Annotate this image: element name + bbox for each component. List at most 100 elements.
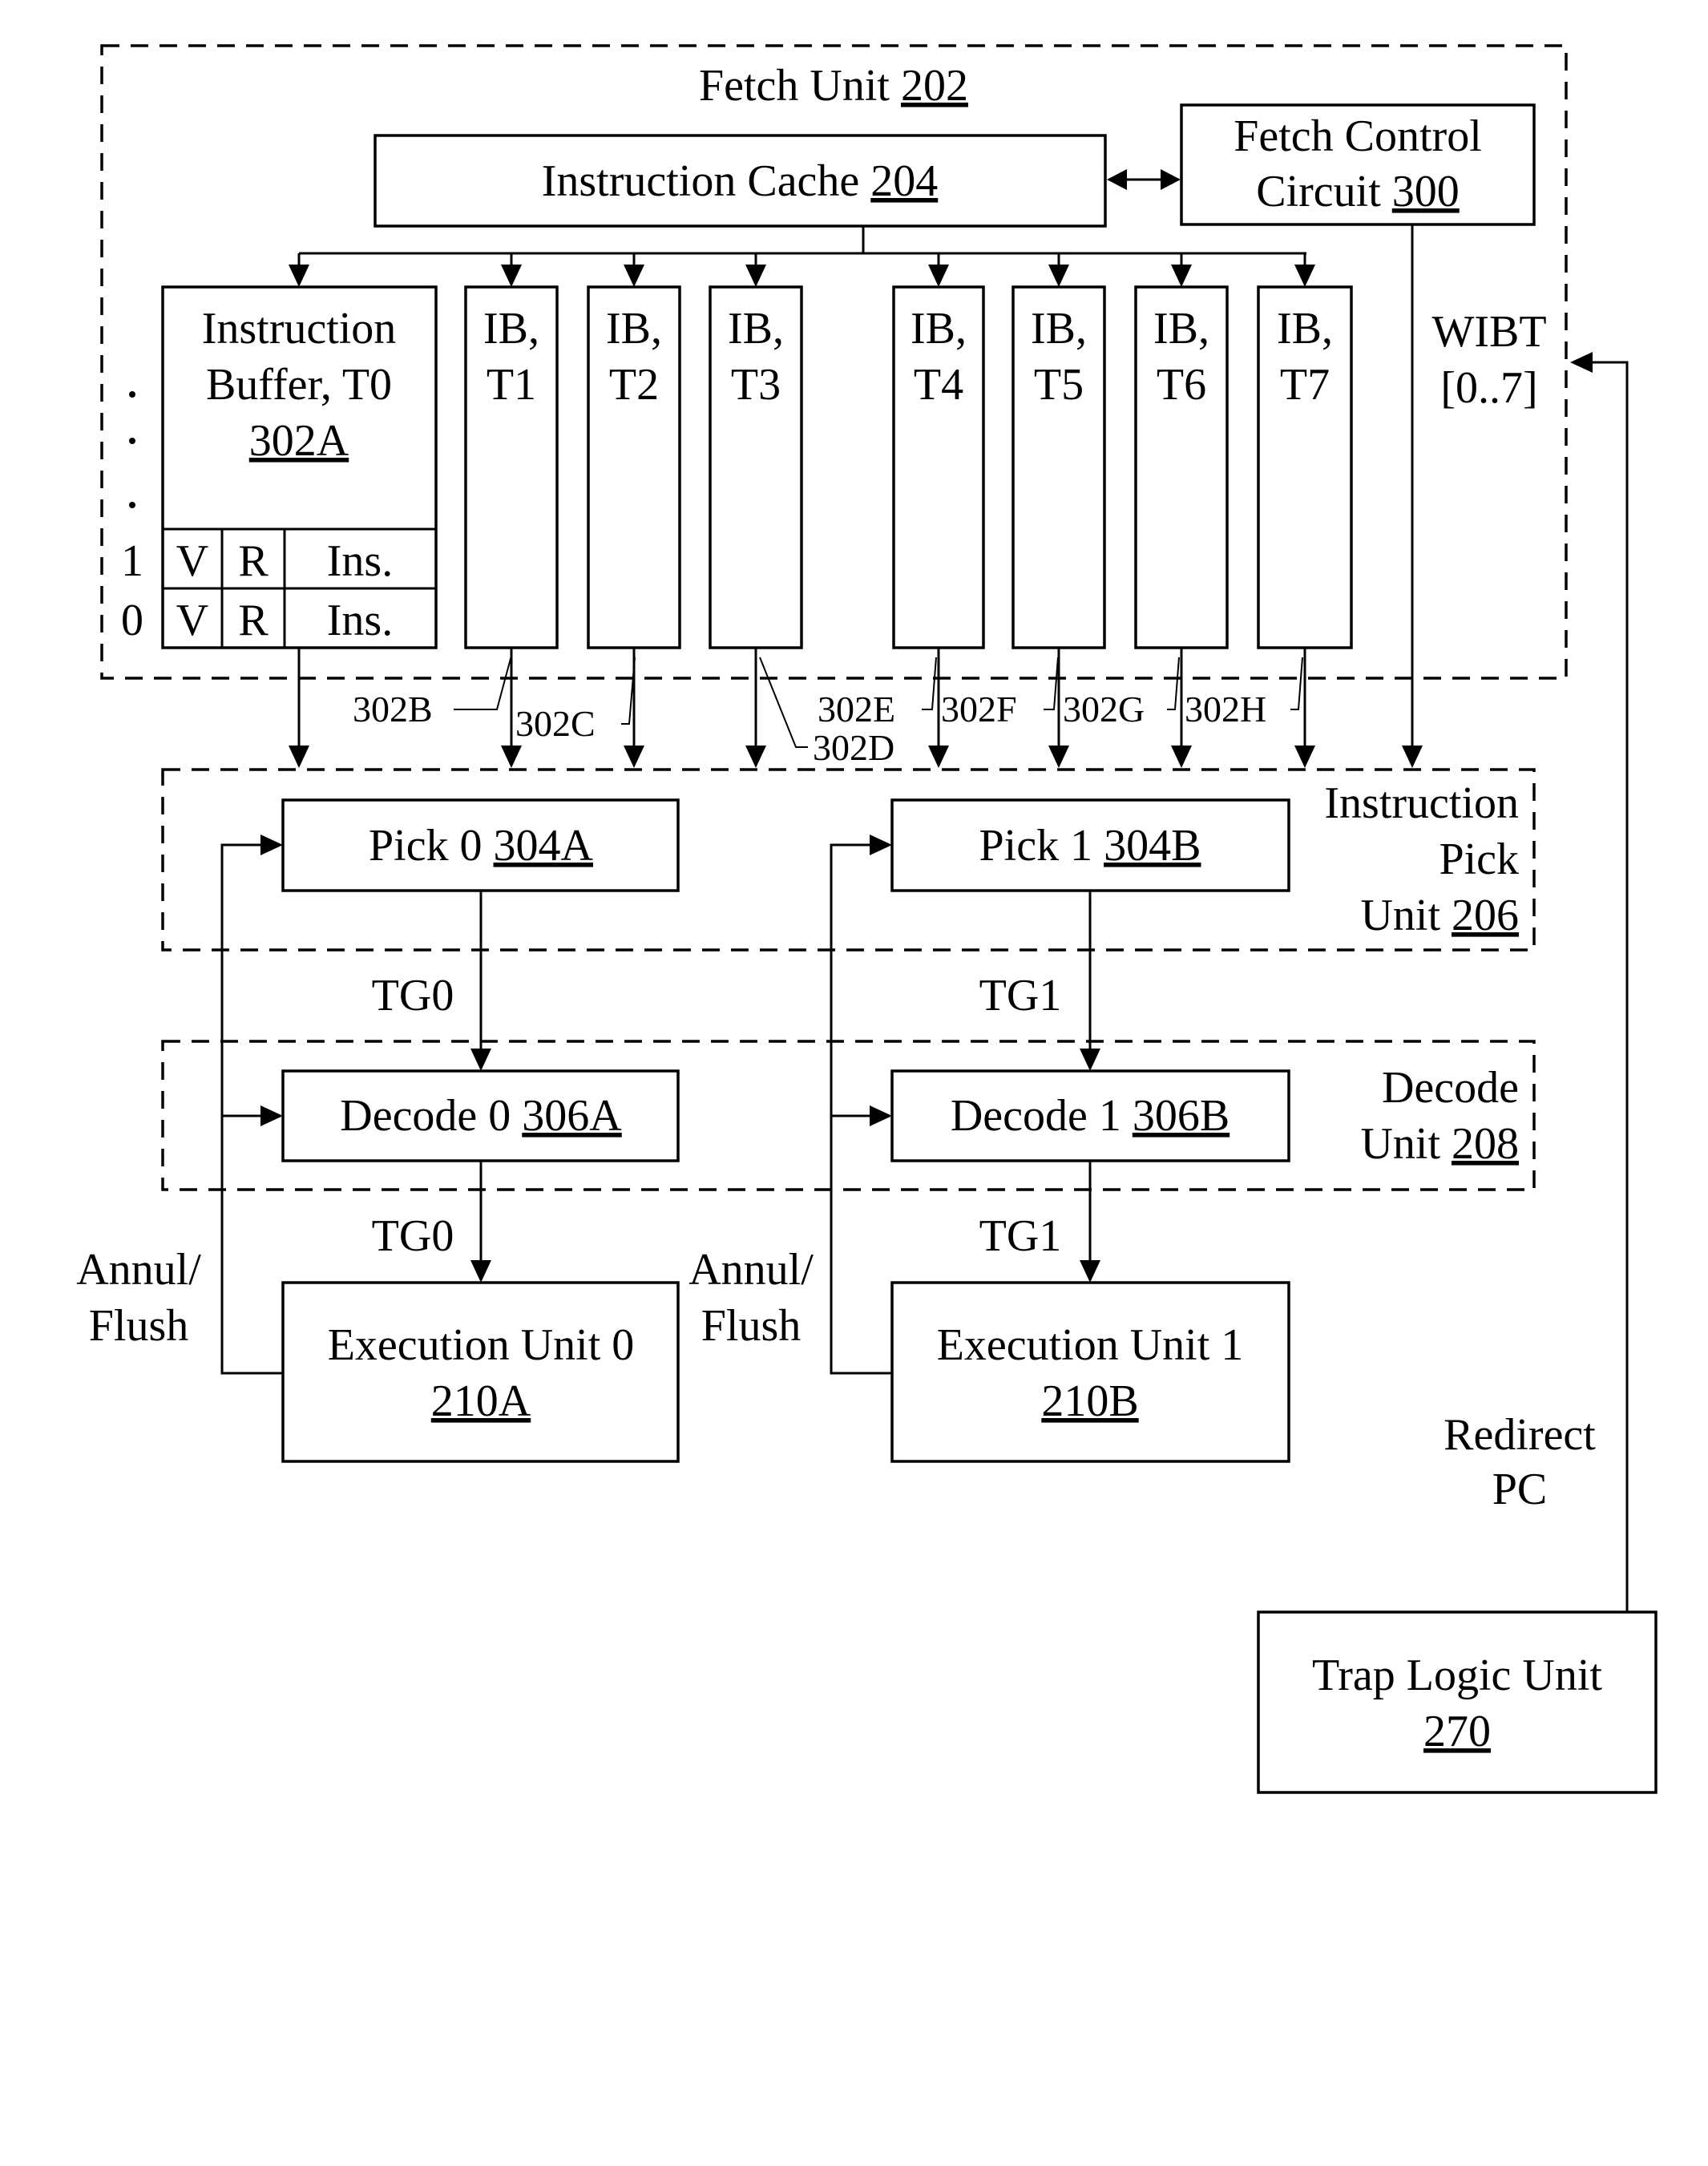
- ib-t0-row1-ready: R: [238, 536, 269, 586]
- arrowhead-right-icon: [1161, 169, 1181, 190]
- arrowhead-right-icon: [870, 1105, 892, 1126]
- exec0-line1: Execution Unit 0: [328, 1320, 635, 1370]
- ellipsis-dot: [129, 391, 135, 398]
- arrowhead-down-icon: [928, 265, 949, 287]
- pick-unit-line2: Pick: [1439, 834, 1519, 884]
- arrowhead-down-icon: [501, 265, 522, 287]
- leader-302E: [922, 657, 937, 710]
- ib-label-line2: T5: [1034, 360, 1084, 410]
- tg0-label-lower: TG0: [372, 1211, 454, 1261]
- exec1-ref: 210B: [1041, 1376, 1138, 1426]
- ref-302G: 302G: [1063, 689, 1145, 729]
- ib-t0-row0-ready: R: [238, 596, 269, 645]
- execution-unit-0-box: [281, 1281, 680, 1463]
- pick1-label: Pick 1 304B: [979, 821, 1201, 871]
- pick-unit-line1: Instruction: [1324, 778, 1519, 828]
- fetch-pipeline-diagram: Fetch Unit 202 Instruction Cache 204 Fet…: [76, 44, 1658, 1794]
- ib-label-line1: IB,: [728, 304, 784, 354]
- ib-label-line1: IB,: [1153, 304, 1209, 354]
- redirect-pc-path: [1591, 361, 1629, 1612]
- ellipsis-dot: [129, 502, 135, 508]
- tg0-label-upper: TG0: [372, 971, 454, 1020]
- arrowhead-down-icon: [745, 746, 766, 768]
- annul-flush-label-1-line2: Flush: [701, 1301, 802, 1351]
- arrowhead-down-icon: [289, 265, 309, 287]
- tg1-label-upper: TG1: [979, 971, 1062, 1020]
- arrowhead-down-icon: [470, 1260, 491, 1283]
- ib-label-line2: T2: [609, 360, 659, 410]
- leader-302G: [1167, 657, 1180, 710]
- ref-302E: 302E: [818, 689, 895, 729]
- pick-unit-line3: Unit 206: [1360, 891, 1519, 940]
- ref-302B: 302B: [353, 689, 433, 729]
- decode1-label: Decode 1 306B: [951, 1091, 1230, 1141]
- annul-flush-path-1: [830, 843, 892, 1375]
- ib-t0-row0-ins: Ins.: [327, 596, 393, 645]
- ib-label-line1: IB,: [606, 304, 662, 354]
- arrowhead-right-icon: [260, 834, 283, 855]
- ib-label-line2: T4: [914, 360, 963, 410]
- decode0-label: Decode 0 306A: [340, 1091, 622, 1141]
- trap-logic-ref: 270: [1423, 1707, 1491, 1756]
- arrowhead-left-icon: [1570, 352, 1593, 373]
- arrowhead-down-icon: [624, 265, 644, 287]
- ellipsis-dot: [129, 438, 135, 444]
- ib-label-line2: T3: [731, 360, 781, 410]
- arrowhead-down-icon: [624, 746, 644, 768]
- ib-t0-row1-ins: Ins.: [327, 536, 393, 586]
- wibt-label-line1: WIBT: [1431, 307, 1546, 357]
- pick0-label: Pick 0 304A: [369, 821, 594, 871]
- ib-t0-line1: Instruction: [202, 304, 397, 354]
- arrowhead-right-icon: [260, 1105, 283, 1126]
- annul-flush-label-1-line1: Annul/: [688, 1245, 814, 1295]
- arrowhead-down-icon: [928, 746, 949, 768]
- ref-302D: 302D: [813, 727, 894, 768]
- ib-label-line2: T7: [1280, 360, 1330, 410]
- leader-302C: [621, 657, 636, 725]
- arrowhead-down-icon: [470, 1049, 491, 1071]
- redirect-pc-line2: PC: [1492, 1465, 1548, 1514]
- ib-t0-row-index-0: 0: [121, 596, 143, 645]
- annul-flush-path-0: [220, 843, 283, 1375]
- fetch-unit-label: Fetch Unit 202: [699, 61, 968, 111]
- ib-label-line1: IB,: [483, 304, 539, 354]
- annul-flush-label-0-line2: Flush: [89, 1301, 189, 1351]
- ib-t0-line2: Buffer, T0: [206, 360, 392, 410]
- leader-302F: [1044, 657, 1059, 710]
- arrowhead-down-icon: [1171, 746, 1192, 768]
- trap-logic-line1: Trap Logic Unit: [1312, 1651, 1602, 1700]
- execution-unit-1-box: [890, 1281, 1290, 1463]
- ib-label-line1: IB,: [911, 304, 967, 354]
- arrowhead-down-icon: [1402, 746, 1423, 768]
- arrowhead-down-icon: [501, 746, 522, 768]
- fetch-control-line2: Circuit 300: [1256, 167, 1460, 216]
- arrowhead-left-icon: [1107, 169, 1127, 190]
- arrowhead-down-icon: [745, 265, 766, 287]
- leader-302D: [759, 657, 808, 748]
- redirect-pc-line1: Redirect: [1444, 1410, 1596, 1460]
- exec1-line1: Execution Unit 1: [937, 1320, 1244, 1370]
- arrowhead-down-icon: [1294, 265, 1315, 287]
- arrowhead-down-icon: [1048, 265, 1069, 287]
- wibt-label-line2: [0..7]: [1440, 363, 1537, 413]
- ib-label-line2: T1: [487, 360, 536, 410]
- ib-t0-row1-valid: V: [176, 536, 208, 586]
- ref-302C: 302C: [515, 703, 596, 744]
- tg1-label-lower: TG1: [979, 1211, 1062, 1261]
- trap-logic-unit-box: [1257, 1610, 1658, 1794]
- arrowhead-down-icon: [1080, 1049, 1100, 1071]
- ref-302F: 302F: [941, 689, 1017, 729]
- arrowhead-down-icon: [289, 746, 309, 768]
- decode-unit-line2: Unit 208: [1360, 1119, 1519, 1169]
- arrowhead-down-icon: [1171, 265, 1192, 287]
- annul-flush-label-0-line1: Annul/: [76, 1245, 201, 1295]
- ib-t0-row-index-1: 1: [121, 536, 143, 586]
- ib-t0-ref: 302A: [249, 416, 349, 466]
- arrowhead-down-icon: [1294, 746, 1315, 768]
- bus-drop-arrows: [289, 253, 1315, 287]
- decode-unit-line1: Decode: [1382, 1063, 1519, 1113]
- ib-ref-labels: 302B 302C 302D 302E 302F 302G 302H: [353, 655, 1303, 768]
- instruction-cache-label: Instruction Cache 204: [542, 156, 939, 206]
- ref-302H: 302H: [1185, 689, 1266, 729]
- exec0-ref: 210A: [431, 1376, 531, 1426]
